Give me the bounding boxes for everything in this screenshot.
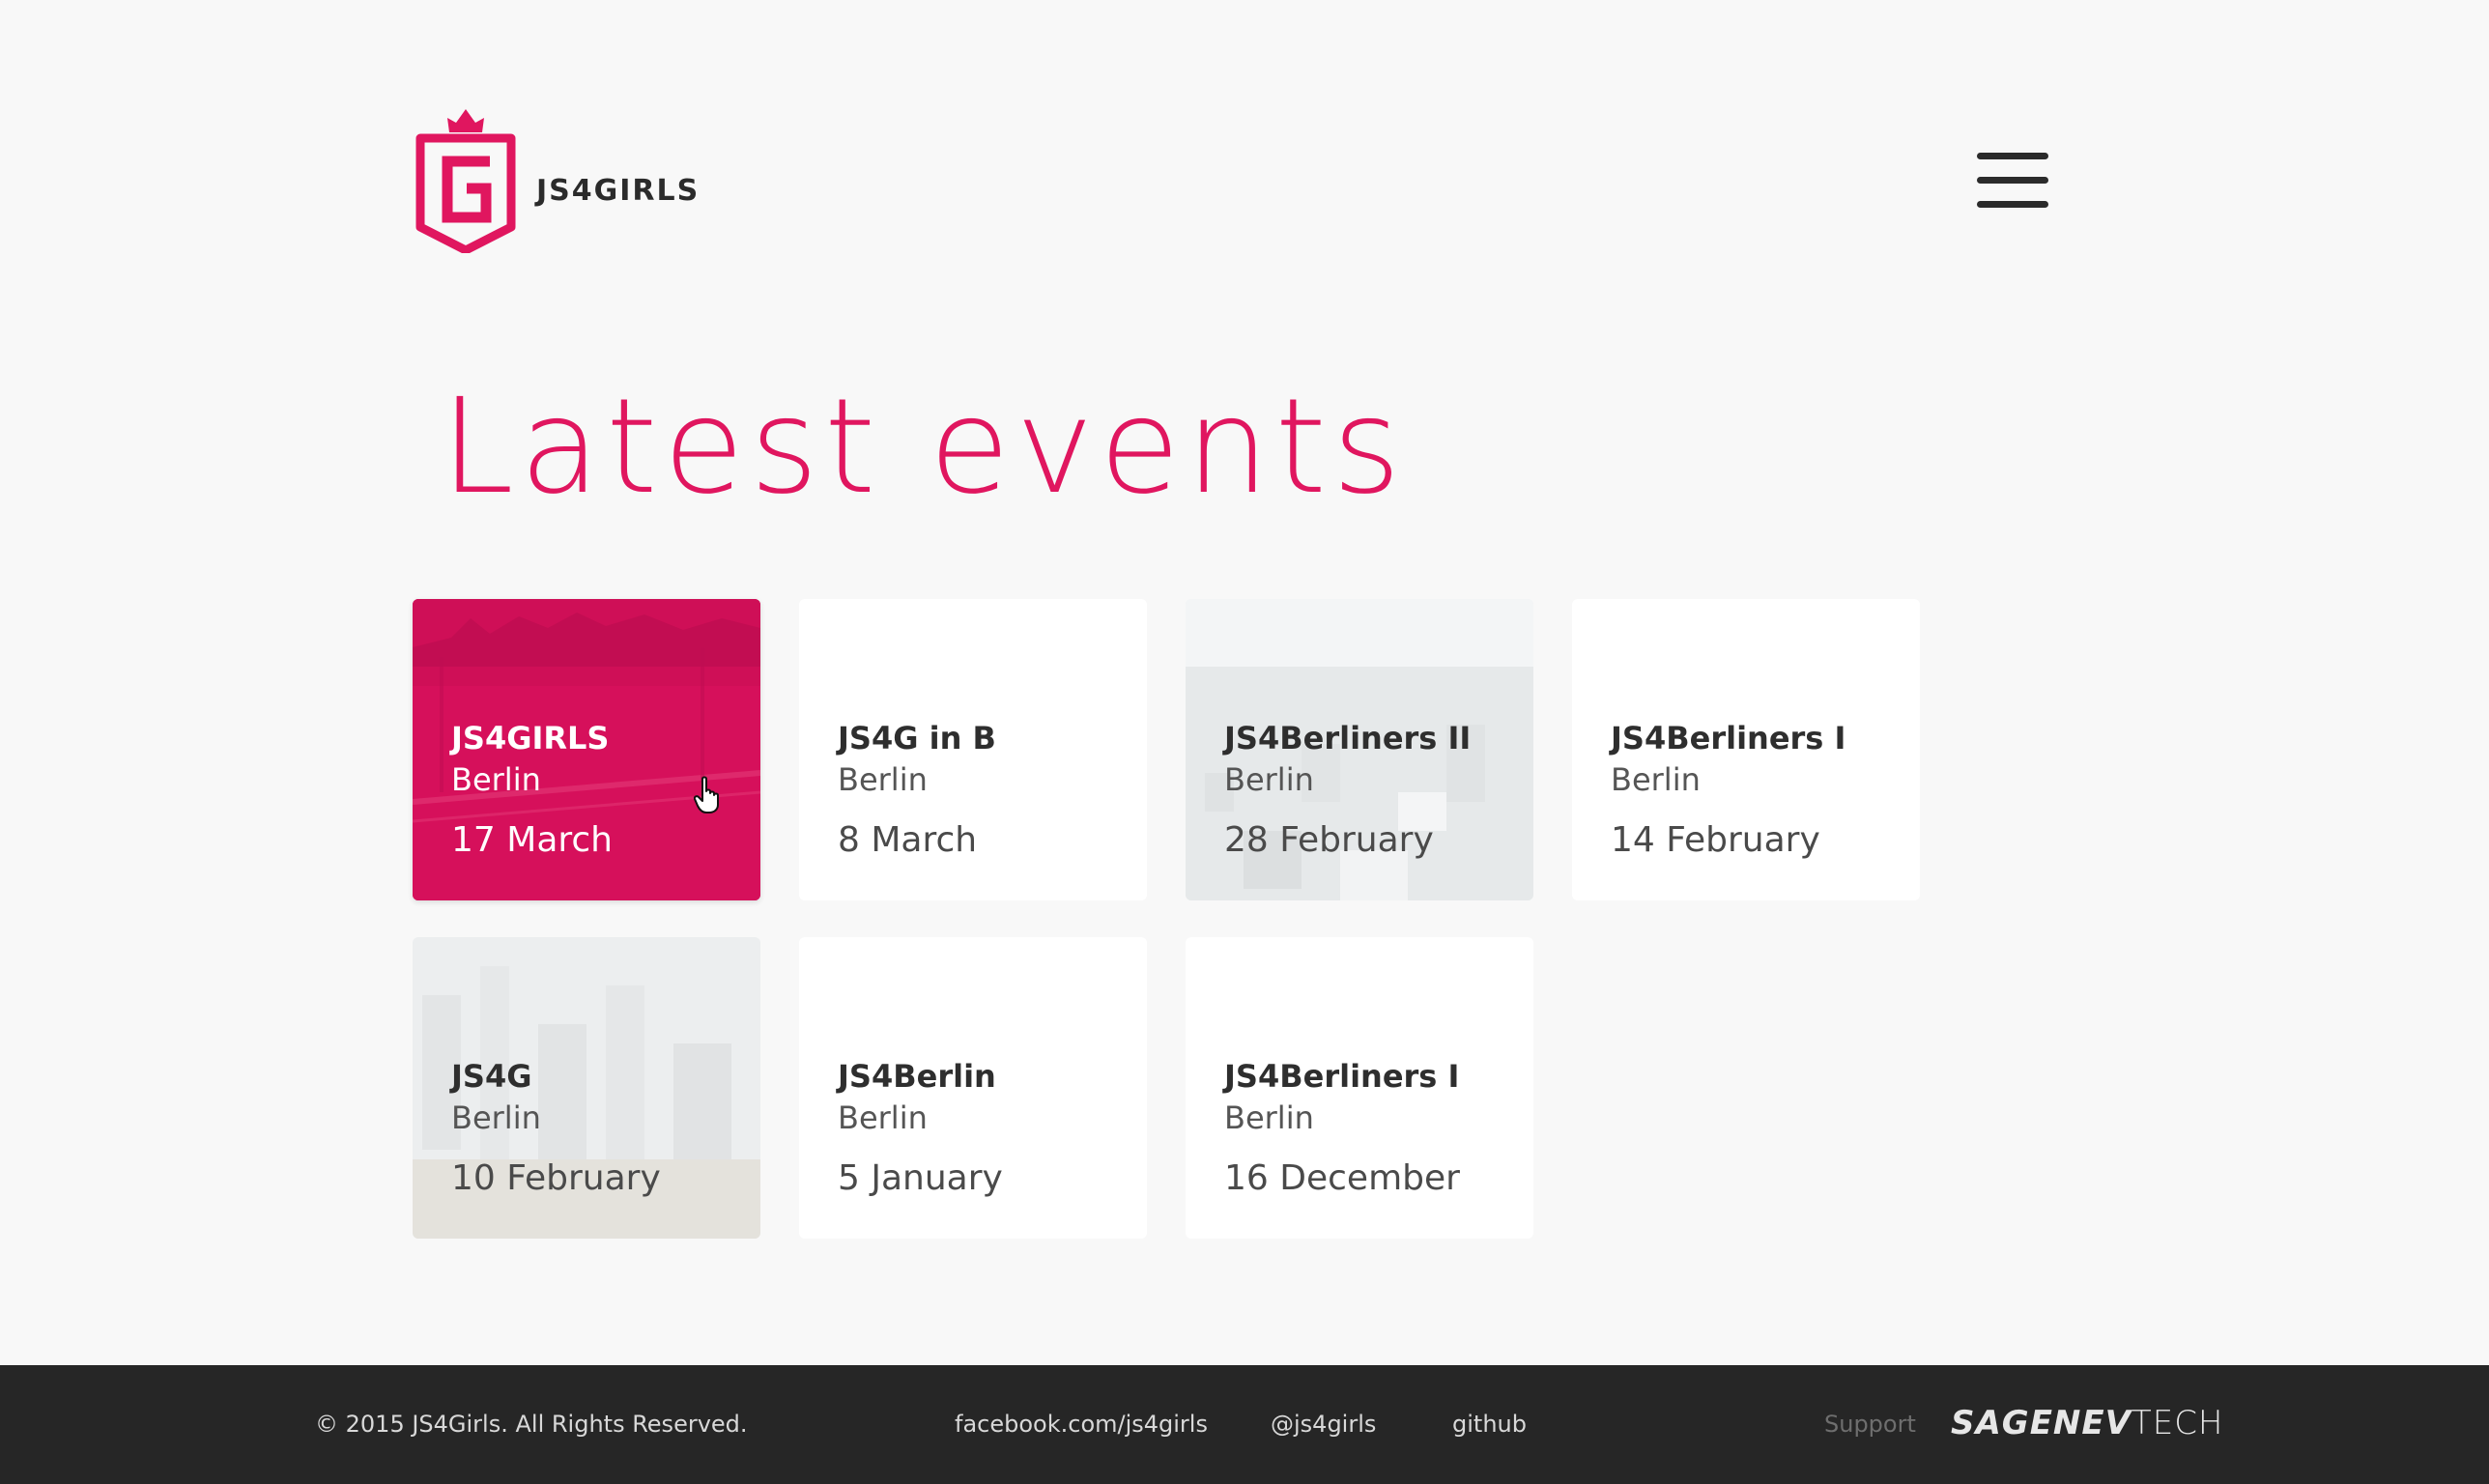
menu-bar [1977,201,2048,208]
event-date: 10 February [451,1158,661,1198]
support-label: Support [1824,1411,1916,1438]
event-card[interactable]: JS4Berliners II Berlin 28 February [1186,599,1533,900]
github-link[interactable]: github [1452,1410,1527,1439]
event-card-content: JS4Berliners II Berlin 28 February [1224,719,1514,862]
event-city: Berlin [451,1099,541,1136]
copyright-text: © 2015 JS4Girls. All Rights Reserved. [315,1411,748,1438]
event-card-content: JS4G in B Berlin 8 March [838,719,1128,862]
menu-bar [1977,153,2048,159]
event-card-content: JS4Berliners I Berlin 16 December [1224,1057,1514,1200]
event-card-content: JS4Berlin Berlin 5 January [838,1057,1128,1200]
event-name: JS4Berliners I [1611,720,1846,756]
event-date: 17 March [451,820,613,860]
event-city: Berlin [838,1099,928,1136]
logo-text: JS4GIRLS [536,174,701,208]
event-name: JS4Berliners II [1224,720,1472,756]
event-date: 14 February [1611,820,1820,860]
site-logo[interactable]: JS4GIRLS [415,109,700,253]
page: JS4GIRLS Latest events JS4GIRLS Berlin 1… [0,0,2489,1484]
event-date: 28 February [1224,820,1434,860]
sponsor-logo-bold: SAGENEV [1951,1404,2131,1442]
site-footer: © 2015 JS4Girls. All Rights Reserved. fa… [0,1365,2489,1484]
hand-pointer-cursor-icon [694,776,719,813]
event-card[interactable]: JS4G Berlin 10 February [413,937,760,1239]
event-date: 16 December [1224,1158,1460,1198]
event-name: JS4Berlin [838,1058,996,1095]
event-card[interactable]: JS4Berliners I Berlin 16 December [1186,937,1533,1239]
event-name: JS4G in B [838,720,996,756]
sponsor-logo-light: TECH [2131,1404,2224,1442]
event-card[interactable]: JS4Berlin Berlin 5 January [799,937,1147,1239]
page-title: Latest events [441,371,1407,524]
event-date: 8 March [838,820,978,860]
crown-shield-logo-icon [415,109,516,253]
event-card[interactable]: JS4G in B Berlin 8 March [799,599,1147,900]
facebook-link[interactable]: facebook.com/js4girls [955,1410,1208,1439]
menu-bar [1977,177,2048,184]
sponsor-logo[interactable]: SAGENEVTECH [1951,1404,2224,1442]
event-city: Berlin [1224,1099,1314,1136]
event-name: JS4G [451,1058,532,1095]
event-name: JS4GIRLS [451,720,610,756]
event-name: JS4Berliners I [1224,1058,1460,1095]
event-card[interactable]: JS4Berliners I Berlin 14 February [1572,599,1920,900]
event-card-content: JS4G Berlin 10 February [451,1057,741,1200]
event-card[interactable]: JS4GIRLS Berlin 17 March [413,599,760,900]
twitter-link[interactable]: @js4girls [1271,1410,1376,1439]
event-card-content: JS4Berliners I Berlin 14 February [1611,719,1901,862]
event-city: Berlin [1611,761,1701,798]
event-city: Berlin [838,761,928,798]
hamburger-menu-icon[interactable] [1977,153,2048,209]
event-city: Berlin [1224,761,1314,798]
event-date: 5 January [838,1158,1003,1198]
